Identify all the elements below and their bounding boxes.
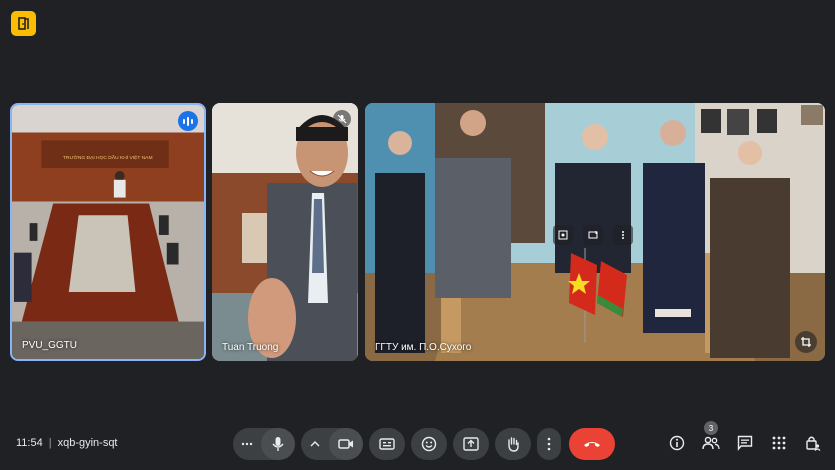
- participant-tile-pvu-ggtu[interactable]: TRƯỜNG ĐẠI HỌC DẦU KHÍ VIỆT NAM PVU_GGTU: [10, 103, 206, 361]
- raise-hand-icon: [508, 437, 519, 452]
- host-controls-button[interactable]: [803, 433, 823, 453]
- more-vert-icon[interactable]: [613, 225, 633, 245]
- end-call-icon: [584, 442, 600, 447]
- pin-icon[interactable]: [553, 225, 573, 245]
- meeting-time: 11:54: [16, 437, 43, 449]
- chat-icon: [737, 435, 753, 451]
- people-button[interactable]: 3: [701, 421, 721, 453]
- end-call-button[interactable]: [569, 428, 615, 460]
- frame-icon[interactable]: [583, 225, 603, 245]
- people-count-badge: 3: [704, 421, 718, 435]
- video-feed: [212, 103, 358, 361]
- call-controls: [233, 428, 621, 460]
- chat-button[interactable]: [735, 433, 755, 453]
- activities-button[interactable]: [769, 433, 789, 453]
- crop-icon[interactable]: [795, 331, 817, 353]
- emoji-icon: [421, 436, 437, 452]
- video-options-button[interactable]: [301, 428, 329, 460]
- meeting-code: xqb-gyin-sqt: [57, 437, 118, 449]
- people-icon: [702, 436, 720, 450]
- more-vert-icon: [547, 437, 551, 451]
- speaking-indicator: [178, 111, 198, 131]
- raise-hand-button[interactable]: [495, 428, 531, 460]
- participant-tile-ggtu[interactable]: ГГТУ им. П.О.Сухого: [365, 103, 825, 361]
- microphone-icon: [272, 437, 284, 451]
- present-icon: [463, 437, 479, 451]
- separator: |: [48, 437, 52, 449]
- chevron-up-icon: [310, 441, 320, 447]
- apps-grid-icon: [772, 436, 786, 450]
- door-icon: [18, 17, 29, 30]
- video-feed: TRƯỜNG ĐẠI HỌC DẦU KHÍ VIỆT NAM: [12, 105, 204, 359]
- participant-name: Tuan Truong: [222, 342, 279, 353]
- camera-control: [301, 428, 363, 460]
- camera-button[interactable]: [329, 428, 363, 460]
- meet-logo[interactable]: [11, 11, 36, 36]
- captions-icon: [379, 438, 395, 450]
- more-horiz-icon: [241, 442, 253, 446]
- captions-button[interactable]: [369, 428, 405, 460]
- lock-person-icon: [806, 436, 821, 451]
- camera-icon: [338, 439, 353, 449]
- microphone-button[interactable]: [261, 428, 295, 460]
- more-options-button[interactable]: [537, 428, 561, 460]
- info-icon: [669, 435, 685, 451]
- mic-control: [233, 428, 295, 460]
- video-stage: TRƯỜNG ĐẠI HỌC DẦU KHÍ VIỆT NAM PVU_GGTU: [10, 103, 825, 361]
- present-button[interactable]: [453, 428, 489, 460]
- side-panel-controls: 3: [667, 421, 823, 453]
- emoji-button[interactable]: [411, 428, 447, 460]
- mic-off-icon: [333, 110, 351, 128]
- participant-name: ГГТУ им. П.О.Сухого: [375, 342, 472, 353]
- meeting-info: 11:54 | xqb-gyin-sqt: [16, 437, 118, 449]
- participant-name: PVU_GGTU: [22, 340, 78, 351]
- audio-options-button[interactable]: [233, 428, 261, 460]
- meeting-details-button[interactable]: [667, 433, 687, 453]
- participant-tile-tuan-truong[interactable]: Tuan Truong: [212, 103, 358, 361]
- bottom-bar: 11:54 | xqb-gyin-sqt 3: [0, 421, 835, 461]
